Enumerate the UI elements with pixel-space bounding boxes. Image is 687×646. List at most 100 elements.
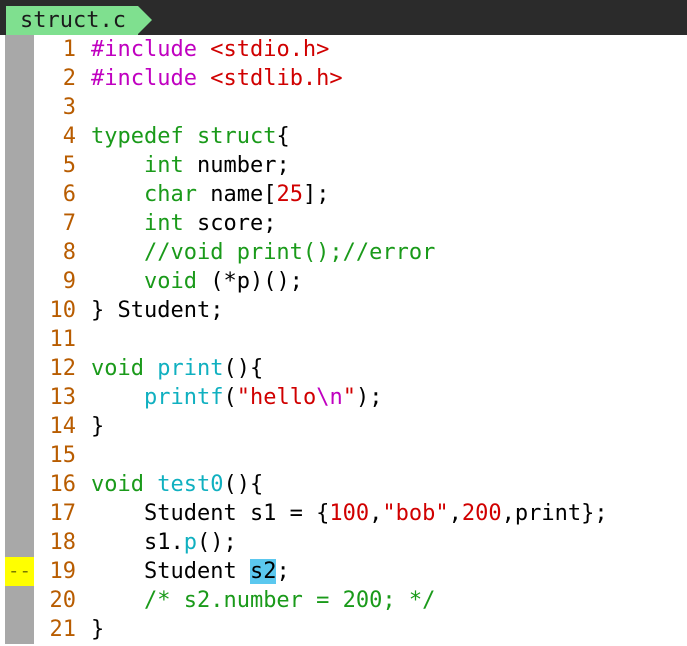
tab-label: struct.c	[20, 8, 126, 33]
sign-column	[5, 499, 34, 528]
search-highlight: s2	[249, 559, 277, 584]
code-token: Student	[91, 559, 250, 584]
code-line-20[interactable]: 20 /* s2.number = 200; */	[0, 586, 687, 615]
code-text[interactable]: char name[25];	[91, 180, 329, 209]
code-text[interactable]: #include <stdlib.h>	[91, 64, 343, 93]
line-number: 15	[49, 443, 77, 468]
code-token: print	[157, 356, 224, 381]
code-line-7[interactable]: 7 int score;	[0, 209, 687, 238]
code-token: void	[91, 472, 144, 497]
code-line-1[interactable]: 1 #include <stdio.h>	[0, 35, 687, 64]
line-number: 16	[49, 472, 77, 497]
code-text[interactable]: //void print();//error	[91, 238, 435, 267]
sign-column	[5, 615, 34, 644]
code-text[interactable]: printf("hello\n");	[91, 383, 382, 412]
code-token: "	[342, 385, 356, 410]
code-text[interactable]: /* s2.number = 200; */	[91, 586, 435, 615]
code-text[interactable]: void test0(){	[91, 470, 263, 499]
line-number: 12	[49, 356, 77, 381]
code-token: ,	[369, 501, 383, 526]
code-line-6[interactable]: 6 char name[25];	[0, 180, 687, 209]
code-text[interactable]: Student s2;	[91, 557, 290, 586]
code-line-21[interactable]: 21}	[0, 615, 687, 644]
code-line-11[interactable]: 11	[0, 325, 687, 354]
line-number: 5	[62, 153, 76, 178]
line-number: 9	[62, 269, 76, 294]
code-text[interactable]: Student s1 = {100,"bob",200,print};	[91, 499, 608, 528]
sign-column	[5, 35, 34, 64]
code-line-17[interactable]: 17 Student s1 = {100,"bob",200,print};	[0, 499, 687, 528]
code-token: name[	[196, 182, 277, 207]
code-text[interactable]: void (*p)();	[91, 267, 303, 296]
line-number: 14	[49, 414, 77, 439]
code-line-8[interactable]: 8 //void print();//error	[0, 238, 687, 267]
code-line-14[interactable]: 14}	[0, 412, 687, 441]
code-token: ];	[302, 182, 330, 207]
code-token: }	[91, 617, 105, 642]
code-text[interactable]: #include <stdio.h>	[91, 35, 329, 64]
code-text[interactable]: int score;	[91, 209, 276, 238]
sign-column	[5, 209, 34, 238]
line-number: 18	[49, 530, 77, 555]
code-token: 100	[329, 501, 370, 526]
code-token: test0	[157, 472, 224, 497]
tabline: struct.c	[0, 0, 687, 35]
code-text[interactable]: void print(){	[91, 354, 263, 383]
code-token: score;	[183, 211, 277, 236]
line-number: 19	[49, 559, 77, 584]
code-line-18[interactable]: 18 s1.p();	[0, 528, 687, 557]
sign-column	[5, 180, 34, 209]
code-text[interactable]: typedef struct{	[91, 122, 290, 151]
code-token: (	[223, 385, 237, 410]
line-number: 10	[49, 298, 77, 323]
code-text[interactable]: int number;	[91, 151, 290, 180]
code-line-3[interactable]: 3	[0, 93, 687, 122]
code-text[interactable]: s1.p();	[91, 528, 237, 557]
line-number: 2	[62, 66, 76, 91]
code-token: struct	[196, 124, 277, 149]
code-token: 200	[461, 501, 502, 526]
line-number: 8	[62, 240, 76, 265]
code-token: ,print};	[501, 501, 608, 526]
code-token: "bob"	[382, 501, 449, 526]
code-line-5[interactable]: 5 int number;	[0, 151, 687, 180]
code-line-10[interactable]: 10 } Student;	[0, 296, 687, 325]
sign-column	[5, 151, 34, 180]
code-text[interactable]: }	[91, 615, 104, 644]
code-line-19[interactable]: -- 19 Student s2;	[0, 557, 687, 586]
code-token: number;	[183, 153, 290, 178]
code-token: /* s2.number = 200; */	[143, 588, 436, 613]
code-token: void	[143, 269, 197, 294]
code-line-15[interactable]: 15	[0, 441, 687, 470]
code-token: 25	[276, 182, 303, 207]
code-token: Student s1 = {	[91, 501, 330, 526]
code-line-16[interactable]: 16 void test0(){	[0, 470, 687, 499]
code-token: ();	[196, 530, 237, 555]
code-token: "hello	[236, 385, 317, 410]
code-text[interactable]: }	[91, 412, 104, 441]
sign-column	[5, 354, 34, 383]
code-line-4[interactable]: 4 typedef struct{	[0, 122, 687, 151]
tab-struct-c[interactable]: struct.c	[6, 6, 138, 35]
code-token: int	[143, 153, 184, 178]
code-editor[interactable]: 1 #include <stdio.h> 2 #include <stdlib.h> 3…	[0, 35, 687, 646]
line-number: 3	[62, 95, 76, 120]
code-line-13[interactable]: 13 printf("hello\n");	[0, 383, 687, 412]
line-number: 17	[49, 501, 77, 526]
code-line-9[interactable]: 9 void (*p)();	[0, 267, 687, 296]
code-token: {	[276, 124, 290, 149]
sign-column	[5, 441, 34, 470]
code-token: s1.	[91, 530, 184, 555]
sign-column	[5, 238, 34, 267]
code-line-2[interactable]: 2 #include <stdlib.h>	[0, 64, 687, 93]
code-token: #include	[91, 66, 211, 91]
code-text[interactable]: } Student;	[91, 296, 223, 325]
code-line-12[interactable]: 12 void print(){	[0, 354, 687, 383]
sign-column	[5, 383, 34, 412]
sign-column	[5, 470, 34, 499]
